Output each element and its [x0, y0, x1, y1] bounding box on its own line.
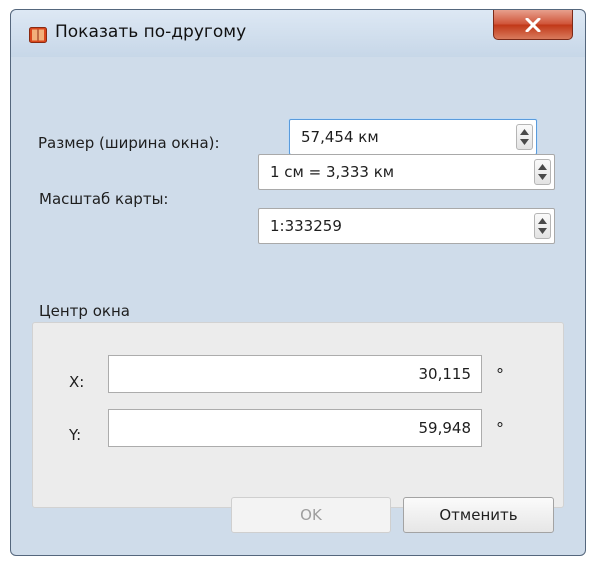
x-label: X:	[69, 373, 85, 391]
scale-label: Масштаб карты:	[39, 190, 169, 208]
size-spin-arrows[interactable]	[516, 124, 533, 150]
scale-ratio-value: 1 см = 3,333 км	[270, 163, 395, 181]
cancel-button[interactable]: Отменить	[403, 497, 554, 533]
y-coordinate-input[interactable]: 59,948	[108, 409, 482, 447]
size-spinbox[interactable]: 57,454 км	[289, 119, 537, 155]
scale-fraction-value: 1:333259	[270, 217, 342, 235]
y-label: Y:	[69, 426, 82, 444]
window-title: Показать по-другому	[55, 22, 247, 42]
size-value: 57,454 км	[301, 128, 379, 146]
x-value: 30,115	[418, 365, 472, 383]
close-icon	[525, 17, 541, 32]
scale-fraction-spin-arrows[interactable]	[534, 213, 551, 239]
y-degree-unit: °	[496, 419, 504, 438]
spin-arrows-icon	[538, 164, 547, 180]
ok-button[interactable]: OK	[231, 497, 391, 533]
scale-ratio-spin-arrows[interactable]	[534, 159, 551, 185]
center-group-label: Центр окна	[39, 302, 130, 320]
spin-arrows-icon	[520, 129, 529, 145]
size-label: Размер (ширина окна):	[38, 134, 220, 152]
close-button[interactable]	[493, 10, 573, 40]
spin-arrows-icon	[538, 218, 547, 234]
title-bar[interactable]: Показать по-другому	[11, 10, 585, 57]
map-book-icon	[29, 27, 47, 43]
x-coordinate-input[interactable]: 30,115	[108, 355, 482, 393]
scale-fraction-spinbox[interactable]: 1:333259	[258, 208, 555, 244]
scale-ratio-spinbox[interactable]: 1 см = 3,333 км	[258, 154, 555, 190]
x-degree-unit: °	[496, 365, 504, 384]
y-value: 59,948	[418, 419, 472, 437]
